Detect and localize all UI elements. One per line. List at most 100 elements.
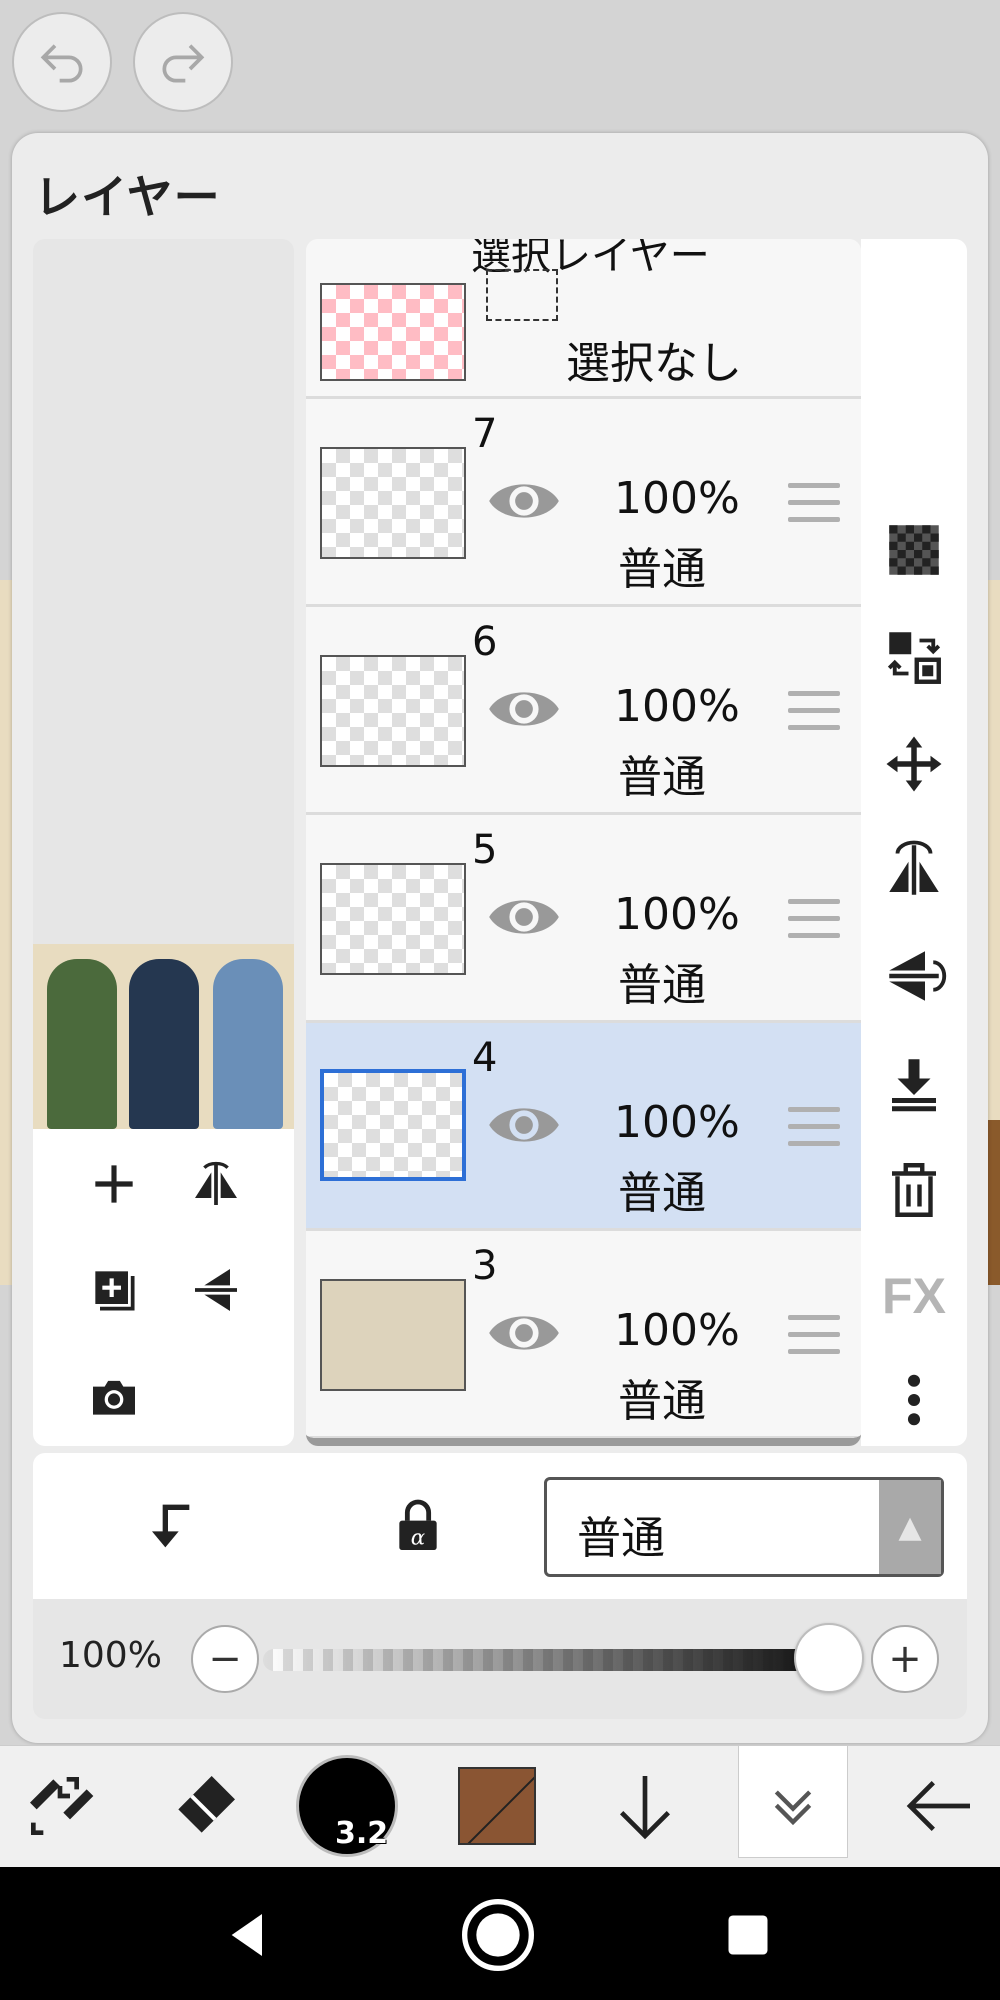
selection-layer-thumbnail: [320, 283, 466, 381]
layer-number: 7: [472, 411, 498, 457]
layer-blend-mode: 普通: [618, 544, 706, 595]
clipping-button[interactable]: [123, 1481, 213, 1571]
opacity-slider-handle[interactable]: [794, 1623, 864, 1693]
layer-number: 6: [472, 619, 498, 665]
redo-button[interactable]: [133, 12, 233, 112]
layer-opacity: 100%: [614, 1097, 740, 1148]
drag-handle-icon[interactable]: [788, 483, 840, 523]
drag-handle-icon[interactable]: [788, 691, 840, 731]
opacity-increase-button[interactable]: +: [871, 1625, 939, 1693]
flip-vertical-icon: [195, 1269, 237, 1311]
plus-icon: [95, 1165, 133, 1203]
layer-down-button[interactable]: [590, 1756, 700, 1856]
layer-row-3[interactable]: 3 100% 普通: [306, 1231, 861, 1438]
selection-status: 選択なし: [566, 338, 742, 389]
layer-number: 3: [472, 1243, 498, 1289]
delete-layer-button[interactable]: [873, 1149, 955, 1231]
opacity-decrease-button[interactable]: −: [191, 1625, 259, 1693]
tool-select-button[interactable]: [5, 1756, 115, 1856]
merge-down-icon: [892, 1059, 936, 1112]
flip-horizontal-icon: [889, 840, 939, 895]
double-chevron-down-icon: [774, 1789, 812, 1825]
layer-row-6[interactable]: 6 100% 普通: [306, 607, 861, 815]
layer-thumbnail: [320, 863, 466, 975]
preview-figure: [129, 959, 199, 1129]
layer-preview-column: [33, 239, 294, 1446]
drag-handle-icon[interactable]: [788, 1107, 840, 1147]
drag-handle-icon[interactable]: [788, 899, 840, 939]
checkerboard-icon: [889, 525, 939, 575]
nav-back-icon: [231, 1914, 262, 1956]
layer-thumbnail: [320, 447, 466, 559]
nav-home-button[interactable]: [458, 1895, 538, 1975]
layer-opacity: 100%: [614, 473, 740, 524]
fx-label: FX: [882, 1268, 946, 1324]
merge-down-button[interactable]: [873, 1043, 955, 1125]
opacity-value: 100%: [59, 1635, 162, 1676]
color-picker-button[interactable]: [442, 1756, 552, 1856]
flip-horizontal-button[interactable]: [171, 1139, 261, 1229]
more-vertical-icon: [907, 1374, 921, 1426]
swap-layers-icon: [887, 632, 941, 684]
eraser-icon: [178, 1776, 235, 1833]
layer-opacity: 100%: [614, 1305, 740, 1356]
drag-handle-icon[interactable]: [788, 1315, 840, 1355]
camera-icon: [93, 1380, 135, 1415]
brush-preview: 3.2: [299, 1758, 395, 1854]
transparency-button[interactable]: [873, 509, 955, 591]
layer-panel: レイヤー 選択レイヤー 選択なし 7 100% 普通 6 100% 普通 5 1…: [12, 133, 988, 1743]
layer-blend-mode: 普通: [618, 960, 706, 1011]
visibility-eye-icon[interactable]: [486, 679, 562, 739]
back-button[interactable]: [885, 1756, 995, 1856]
camera-button[interactable]: [69, 1351, 159, 1441]
add-layer-copy-icon: [95, 1271, 135, 1311]
fx-button[interactable]: FX: [873, 1255, 955, 1337]
visibility-eye-icon[interactable]: [486, 1095, 562, 1155]
swap-layers-button[interactable]: [873, 616, 955, 698]
layer-row-4[interactable]: 4 100% 普通: [306, 1023, 861, 1231]
layer-row-5[interactable]: 5 100% 普通: [306, 815, 861, 1023]
brush-size-button[interactable]: 3.2: [292, 1756, 402, 1856]
canvas-preview-thumbnail[interactable]: [33, 944, 294, 1129]
move-button[interactable]: [873, 723, 955, 805]
add-layer-button[interactable]: [69, 1139, 159, 1229]
move-arrows-icon: [886, 736, 942, 792]
flip-vertical-layer-button[interactable]: [873, 935, 955, 1017]
selection-layer-row[interactable]: 選択レイヤー 選択なし: [306, 239, 861, 399]
system-navigation-bar: [0, 1867, 1000, 2000]
add-copy-layer-button[interactable]: [69, 1245, 159, 1335]
alpha-lock-button[interactable]: α: [373, 1481, 463, 1571]
redo-icon: [162, 44, 205, 83]
layer-list[interactable]: 選択レイヤー 選択なし 7 100% 普通 6 100% 普通 5 100% 普…: [306, 239, 861, 1446]
layer-row-7[interactable]: 7 100% 普通: [306, 399, 861, 607]
panel-title: レイヤー: [34, 170, 221, 224]
flip-vertical-button[interactable]: [171, 1245, 261, 1335]
flip-horizontal-icon: [195, 1161, 237, 1205]
arrow-down-icon: [620, 1776, 670, 1840]
alpha-lock-icon: α: [399, 1499, 437, 1551]
collapse-panel-button[interactable]: [738, 1746, 848, 1858]
layer-tools-grid: [33, 1129, 294, 1446]
nav-home-icon: [462, 1899, 534, 1971]
visibility-eye-icon[interactable]: [486, 471, 562, 531]
layer-number: 4: [472, 1035, 498, 1081]
selection-marquee-icon: [486, 269, 558, 321]
eraser-button[interactable]: [150, 1756, 260, 1856]
brush-size-value: 3.2: [335, 1816, 389, 1851]
nav-back-button[interactable]: [208, 1895, 288, 1975]
more-options-button[interactable]: [873, 1359, 955, 1441]
blend-mode-value: 普通: [577, 1513, 665, 1564]
layer-thumbnail: [320, 1069, 466, 1181]
visibility-eye-icon[interactable]: [486, 1303, 562, 1363]
opacity-slider-track[interactable]: [263, 1649, 823, 1671]
blend-mode-select[interactable]: 普通 ▲: [544, 1477, 944, 1577]
visibility-eye-icon[interactable]: [486, 887, 562, 947]
layer-options-bar: α 普通 ▲: [33, 1453, 967, 1599]
pen-tools-icon: [30, 1777, 94, 1835]
layer-blend-mode: 普通: [618, 752, 706, 803]
nav-recents-button[interactable]: [708, 1895, 788, 1975]
undo-button[interactable]: [12, 12, 112, 112]
minus-icon: −: [208, 1636, 242, 1682]
flip-horizontal-layer-button[interactable]: [873, 829, 955, 911]
color-swatch: [458, 1767, 536, 1845]
